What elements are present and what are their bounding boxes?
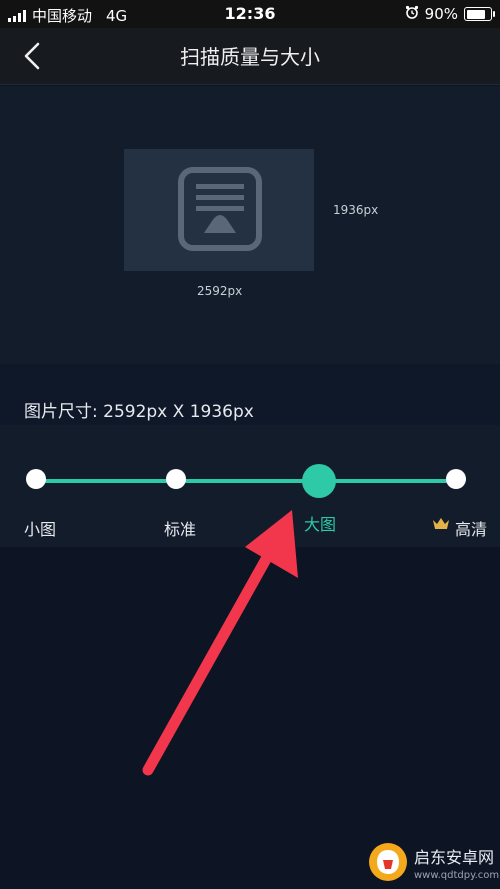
image-thumbnail bbox=[124, 149, 314, 271]
quality-label-hd[interactable]: 高清 bbox=[455, 516, 487, 540]
page-title: 扫描质量与大小 bbox=[180, 45, 320, 69]
alarm-icon bbox=[405, 5, 419, 23]
quality-option-large-dot[interactable] bbox=[302, 464, 336, 498]
quality-option-hd-dot[interactable] bbox=[446, 469, 466, 489]
watermark-url: www.qdtdpy.com bbox=[414, 869, 500, 881]
battery-percent: 90% bbox=[424, 5, 458, 23]
watermark: 启东安卓网 www.qdtdpy.com bbox=[368, 842, 499, 882]
watermark-logo-icon bbox=[369, 843, 407, 881]
nav-bar: 扫描质量与大小 bbox=[0, 28, 500, 85]
status-right: 90% bbox=[405, 5, 495, 23]
quality-slider-panel: 小图 标准 大图 高清 bbox=[0, 425, 500, 547]
width-dimension-label: 2592px bbox=[197, 284, 243, 298]
document-image-icon bbox=[178, 167, 262, 251]
quality-label-standard[interactable]: 标准 bbox=[164, 516, 196, 540]
image-size-row: 图片尺寸: 2592px X 1936px bbox=[0, 364, 500, 425]
quality-option-small-dot[interactable] bbox=[26, 469, 46, 489]
watermark-text: 启东安卓网 bbox=[414, 847, 495, 867]
status-bar: 中国移动 4G 12:36 90% bbox=[0, 0, 500, 28]
quality-option-standard-dot[interactable] bbox=[166, 469, 186, 489]
crown-icon bbox=[433, 518, 449, 529]
height-dimension-label: 1936px bbox=[333, 203, 379, 217]
quality-label-large[interactable]: 大图 bbox=[304, 511, 336, 535]
quality-label-small[interactable]: 小图 bbox=[24, 516, 56, 540]
quality-slider-track[interactable] bbox=[36, 479, 456, 483]
battery-fill bbox=[466, 9, 485, 19]
preview-panel: 1936px 2592px bbox=[0, 86, 500, 364]
battery-icon bbox=[464, 7, 495, 21]
image-size-text: 图片尺寸: 2592px X 1936px bbox=[24, 402, 254, 422]
